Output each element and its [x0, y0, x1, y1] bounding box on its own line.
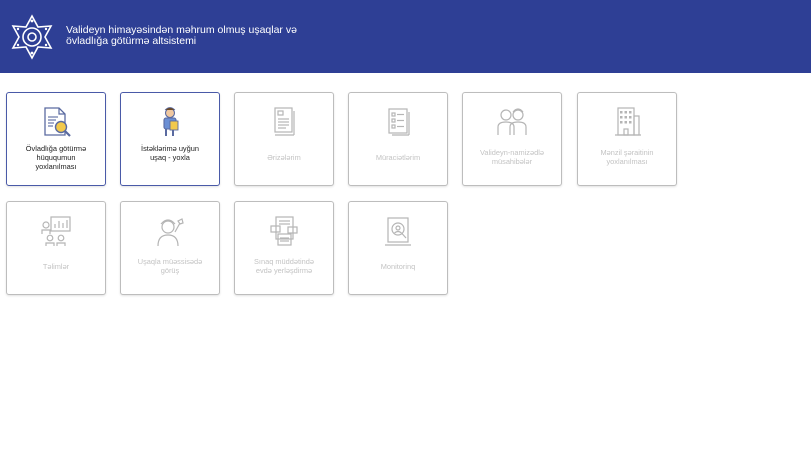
tile-child-check[interactable]: İstəklərimə uyğun uşaq - yoxla [120, 92, 220, 186]
tile-label-line: görüş [160, 266, 180, 275]
tile-label: Mənzil şəraitinin yoxlanılması [581, 144, 673, 166]
tile-label-line: Sınaq müddətində [254, 257, 314, 266]
tile-label: Sınaq müddətində evdə yerləşdirmə [238, 253, 330, 275]
tile-label: Monitorinq [352, 253, 444, 271]
tile-label-line: hüququmun [36, 153, 76, 162]
tile-label-line: yoxlanılması [35, 162, 77, 171]
tile-label-line: evdə yerləşdirmə [255, 266, 313, 275]
training-icon [41, 216, 71, 246]
tile-label: Müraciətlərim [352, 144, 444, 162]
emblem-logo-icon[interactable] [7, 14, 57, 60]
trial-placement-icon [270, 216, 298, 246]
tile-applications[interactable]: Ərizələrim [234, 92, 334, 186]
tile-label-line: Ərizələrim [267, 153, 301, 162]
building-icon [615, 107, 641, 136]
tile-label-line: müsahibələr [491, 157, 533, 166]
tile-label-line: Müraciətlərim [375, 153, 421, 162]
tile-label-line: İstəklərimə uyğun [141, 144, 199, 153]
tile-label-line: Uşaqla müəssisədə [137, 257, 203, 266]
child-check-icon [163, 107, 179, 136]
tile-label-line: Monitorinq [380, 262, 416, 271]
tile-label: İstəklərimə uyğun uşaq - yoxla [124, 144, 216, 162]
applications-icon [274, 107, 295, 136]
tile-label-line: uşaq - yoxla [150, 153, 190, 162]
tile-label-line: Təlimlər [42, 262, 70, 271]
tile-trainings[interactable]: Təlimlər [6, 201, 106, 295]
tile-label: Övladlığa götürmə hüququmun yoxlanılması [10, 144, 102, 171]
app-title: Valideyn himayəsindən məhrum olmuş uşaql… [66, 25, 366, 47]
tile-trial-placement[interactable]: Sınaq müddətində evdə yerləşdirmə [234, 201, 334, 295]
tile-monitoring[interactable]: Monitorinq [348, 201, 448, 295]
tile-requests[interactable]: Müraciətlərim [348, 92, 448, 186]
tile-label: Ərizələrim [238, 144, 330, 162]
tile-housing-check[interactable]: Mənzil şəraitinin yoxlanılması [577, 92, 677, 186]
tile-institution-meeting[interactable]: Uşaqla müəssisədə görüş [120, 201, 220, 295]
monitoring-icon [385, 217, 411, 246]
app-header: Valideyn himayəsindən məhrum olmuş uşaql… [0, 0, 811, 73]
tile-label: Valideyn-namizədlə müsahibələr [466, 144, 558, 166]
tile-label-line: Valideyn-namizədlə [480, 148, 544, 157]
tile-label: Uşaqla müəssisədə görüş [124, 253, 216, 275]
parents-icon [497, 108, 527, 135]
requests-icon [388, 108, 410, 136]
tile-interviews[interactable]: Valideyn-namizədlə müsahibələr [462, 92, 562, 186]
tile-label: Təlimlər [10, 253, 102, 271]
document-search-icon [44, 107, 71, 137]
app-title-line2: övladlığa götürmə altsistemi [66, 35, 197, 47]
tile-label-line: yoxlanılması [606, 157, 648, 166]
tile-label-line: Övladlığa götürmə [25, 144, 87, 153]
meeting-icon [157, 218, 184, 247]
tile-adoption-right-check[interactable]: Övladlığa götürmə hüququmun yoxlanılması [6, 92, 106, 186]
tile-label-line: Mənzil şəraitinin [600, 148, 654, 157]
